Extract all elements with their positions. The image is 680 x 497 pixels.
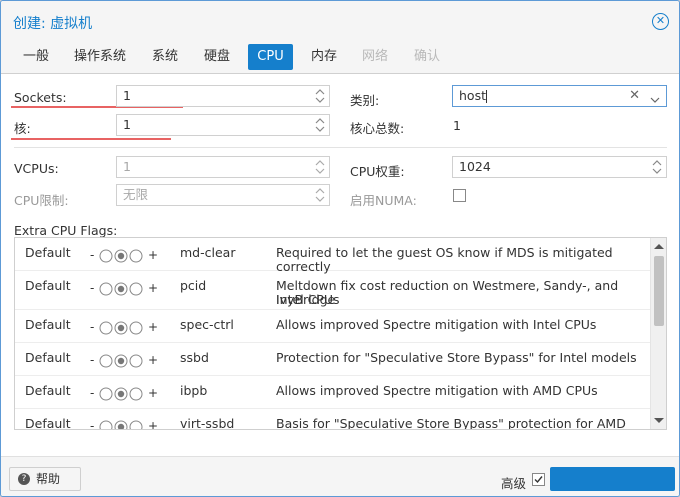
flag-name: virt-ssbd (180, 416, 235, 430)
flag-name: pcid (180, 278, 207, 293)
vcpus-input[interactable]: 1 (116, 156, 330, 178)
clear-icon[interactable]: ✕ (629, 86, 640, 106)
cores-label: 核: (14, 121, 31, 136)
spinner-icon[interactable] (315, 116, 325, 134)
dialog-title: 创建: 虚拟机 (13, 16, 93, 32)
cpu-weight-value: 1024 (459, 159, 491, 174)
flag-row: Default - + md-clear Required to let the gue… (15, 238, 651, 274)
advanced-label: 高级 (501, 476, 527, 491)
help-button[interactable]: ? 帮助 (9, 467, 81, 491)
type-value: host (459, 88, 486, 103)
flag-description: Protection for "Speculative Store Bypass… (276, 350, 637, 365)
flag-state: Default (25, 317, 71, 332)
flag-row: Default - + pcid Meltdown fix cost reduction… (15, 271, 651, 310)
minus-label: - (90, 281, 95, 295)
vcpus-value: 1 (123, 159, 131, 174)
tab-disk[interactable]: 硬盘 (199, 44, 235, 70)
flag-row: Default - + spec-ctrl Allows improved Spectr… (15, 310, 651, 343)
help-label: 帮助 (36, 472, 61, 486)
flag-state: Default (25, 416, 71, 430)
cpu-limit-value: 无限 (123, 187, 149, 202)
plus-label: + (148, 419, 159, 430)
plus-label: + (148, 353, 159, 367)
sockets-input[interactable]: 1 (116, 85, 330, 107)
tab-confirm: 确认 (413, 49, 440, 64)
plus-label: + (148, 281, 159, 295)
flag-name: ssbd (180, 350, 209, 365)
minus-label: - (90, 248, 95, 262)
advanced-checkbox[interactable] (532, 473, 545, 486)
flag-state: Default (25, 245, 71, 260)
vcpus-label: VCPUs: (14, 161, 59, 176)
spinner-icon[interactable] (315, 186, 325, 204)
flag-state: Default (25, 350, 71, 365)
spinner-icon[interactable] (315, 87, 325, 105)
tab-network: 网络 (361, 49, 388, 64)
cores-underline (11, 138, 171, 140)
minus-label: - (90, 353, 95, 367)
numa-checkbox[interactable] (453, 189, 466, 202)
minus-label: - (90, 419, 95, 430)
tri-state-radio-icon[interactable] (98, 386, 148, 402)
flag-row: Default - + ibpb Allows improved Spectre mit… (15, 376, 651, 409)
tab-os[interactable]: 操作系统 (68, 44, 132, 70)
flag-name: spec-ctrl (180, 317, 234, 332)
minus-label: - (90, 386, 95, 400)
cpu-limit-label: CPU限制: (14, 193, 69, 208)
total-cores-label: 核心总数: (350, 121, 405, 136)
tri-state-radio-icon[interactable] (98, 419, 148, 430)
sockets-value: 1 (123, 88, 131, 103)
spinner-icon[interactable] (315, 158, 325, 176)
cpu-flags-title: Extra CPU Flags: (14, 223, 118, 238)
flag-description-line2: Intel CPUs (276, 292, 340, 307)
flag-row: Default - + ssbd Protection for "Speculative… (15, 343, 651, 376)
scroll-thumb[interactable] (654, 256, 664, 326)
tab-system[interactable]: 系统 (147, 44, 183, 70)
tri-state-radio-icon[interactable] (98, 353, 148, 369)
cpu-weight-input[interactable]: 1024 (452, 156, 667, 178)
close-icon[interactable]: ✕ (652, 13, 669, 30)
tri-state-radio-icon[interactable] (98, 320, 148, 336)
type-label: 类别: (350, 93, 380, 108)
cpu-flags-grid: Default - + md-clear Required to let the gue… (14, 237, 667, 430)
total-cores-value: 1 (453, 118, 461, 133)
flag-row: Default - + virt-ssbd Basis for "Speculative… (15, 409, 651, 430)
question-icon: ? (18, 473, 30, 485)
type-combobox[interactable]: host ✕ (452, 85, 667, 107)
plus-label: + (148, 248, 159, 262)
tab-cpu[interactable]: CPU (248, 44, 293, 70)
cores-value: 1 (123, 117, 131, 132)
tri-state-radio-icon[interactable] (98, 281, 148, 297)
chevron-down-icon[interactable] (650, 91, 660, 111)
tri-state-radio-icon[interactable] (98, 248, 148, 264)
flag-description: Allows improved Spectre mitigation with … (276, 317, 597, 332)
cpu-limit-input[interactable]: 无限 (116, 184, 330, 206)
tab-general[interactable]: 一般 (19, 44, 53, 70)
flag-name: md-clear (180, 245, 236, 260)
plus-label: + (148, 386, 159, 400)
flag-name: ibpb (180, 383, 208, 398)
tab-bar: 一般 操作系统 系统 硬盘 CPU 内存 网络 确认 (1, 41, 679, 74)
grid-scrollbar[interactable] (650, 238, 666, 429)
flag-description: Required to let the guest OS know if MDS… (276, 245, 613, 274)
numa-label: 启用NUMA: (350, 193, 417, 208)
tab-memory[interactable]: 内存 (306, 44, 342, 70)
cpu-weight-label: CPU权重: (350, 164, 405, 179)
create-vm-dialog: 创建: 虚拟机 ✕ 一般 操作系统 系统 硬盘 CPU 内存 网络 确认 Soc… (0, 0, 680, 497)
spinner-icon[interactable] (652, 158, 662, 176)
dialog-footer: ? 帮助 高级 (1, 456, 679, 496)
flag-description: Basis for "Speculative Store Bypass" pro… (276, 416, 626, 430)
flag-description: Allows improved Spectre mitigation with … (276, 383, 598, 398)
minus-label: - (90, 320, 95, 334)
create-button[interactable] (550, 467, 675, 491)
flag-state: Default (25, 383, 71, 398)
scroll-up-icon[interactable] (654, 244, 664, 249)
flag-state: Default (25, 278, 71, 293)
scroll-down-icon[interactable] (654, 418, 664, 423)
dialog-titlebar: 创建: 虚拟机 ✕ (1, 1, 679, 41)
plus-label: + (148, 320, 159, 334)
cores-input[interactable]: 1 (116, 114, 330, 136)
sockets-label: Sockets: (14, 90, 67, 105)
divider (14, 147, 667, 148)
